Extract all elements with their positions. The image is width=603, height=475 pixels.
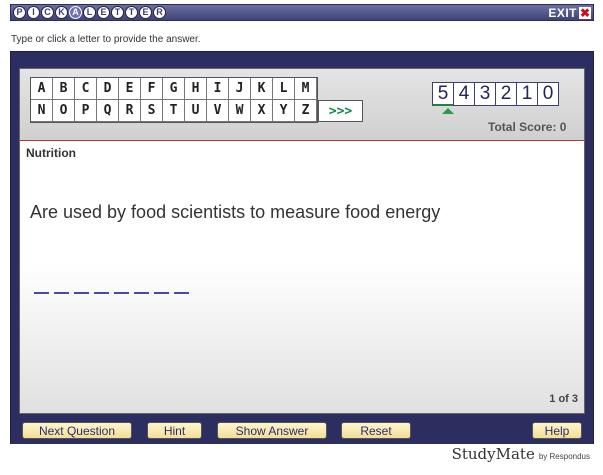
answer-blank: [174, 292, 189, 294]
question-text: Are used by food scientists to measure f…: [30, 202, 441, 222]
letter-button-g[interactable]: G: [163, 78, 185, 100]
logo-letter: E: [139, 6, 152, 19]
letter-button-v[interactable]: V: [207, 100, 229, 122]
letter-button-z[interactable]: Z: [295, 100, 317, 122]
question-category: Nutrition: [26, 146, 76, 160]
title-bar: PICKALETTER EXIT ✖: [10, 4, 594, 21]
total-score: Total Score: 0: [488, 120, 567, 134]
pick-a-letter-app: PICKALETTER EXIT ✖ Type or click a lette…: [0, 0, 603, 475]
studymate-logo: StudyMate by Respondus: [452, 445, 590, 463]
logo-letter: C: [41, 6, 54, 19]
score-boxes: 543210: [432, 82, 559, 106]
logo-letter: T: [111, 6, 124, 19]
answer-blank: [134, 292, 149, 294]
letter-button-f[interactable]: F: [141, 78, 163, 100]
letter-button-h[interactable]: H: [185, 78, 207, 100]
letter-button-a[interactable]: A: [31, 78, 53, 100]
answer-blank: [94, 292, 109, 294]
letters-area: ABCDEFGHIJKLM NOPQRSTUVWXYZ >>> 543210 To…: [20, 69, 584, 141]
letter-button-r[interactable]: R: [119, 100, 141, 122]
logo-letter: K: [55, 6, 68, 19]
letter-button-i[interactable]: I: [207, 78, 229, 100]
logo-letter: P: [13, 6, 26, 19]
reset-button[interactable]: Reset: [341, 422, 411, 439]
answer-blanks: [34, 292, 189, 294]
show-answer-button[interactable]: Show Answer: [217, 422, 327, 439]
letter-button-n[interactable]: N: [31, 100, 53, 122]
more-letters-button[interactable]: >>>: [318, 100, 363, 122]
letter-button-w[interactable]: W: [229, 100, 251, 122]
score-box: 4: [453, 82, 475, 106]
letter-button-l[interactable]: L: [273, 78, 295, 100]
help-button[interactable]: Help: [532, 422, 582, 439]
score-box: 2: [495, 82, 517, 106]
letter-grid: ABCDEFGHIJKLM NOPQRSTUVWXYZ: [30, 77, 318, 123]
score-box: 3: [474, 82, 496, 106]
logo-letter: E: [97, 6, 110, 19]
letter-button-t[interactable]: T: [163, 100, 185, 122]
exit-label: EXIT: [548, 5, 577, 20]
letter-button-q[interactable]: Q: [97, 100, 119, 122]
letter-button-s[interactable]: S: [141, 100, 163, 122]
letter-button-e[interactable]: E: [119, 78, 141, 100]
letter-button-y[interactable]: Y: [273, 100, 295, 122]
instructions-text: Type or click a letter to provide the an…: [11, 34, 201, 45]
answer-blank: [74, 292, 89, 294]
logo-letter: I: [27, 6, 40, 19]
letter-button-o[interactable]: O: [53, 100, 75, 122]
pick-a-letter-logo: PICKALETTER: [13, 5, 166, 20]
score-box: 1: [516, 82, 538, 106]
letter-button-x[interactable]: X: [251, 100, 273, 122]
score-box: 5: [432, 82, 454, 106]
letter-button-c[interactable]: C: [75, 78, 97, 100]
brand-name: StudyMate: [451, 445, 535, 463]
next-question-button[interactable]: Next Question: [22, 422, 132, 439]
exit-button[interactable]: EXIT ✖: [548, 5, 591, 20]
logo-letter: R: [153, 6, 166, 19]
question-area: Nutrition Are used by food scientists to…: [20, 142, 584, 413]
hint-button[interactable]: Hint: [147, 422, 202, 439]
question-progress: 1 of 3: [549, 393, 578, 405]
letter-button-j[interactable]: J: [229, 78, 251, 100]
answer-blank: [154, 292, 169, 294]
footer: StudyMate by Respondus: [10, 444, 594, 464]
logo-letter: A: [69, 6, 82, 19]
answer-blank: [34, 292, 49, 294]
game-panel: ABCDEFGHIJKLM NOPQRSTUVWXYZ >>> 543210 To…: [19, 68, 585, 414]
letter-button-k[interactable]: K: [251, 78, 273, 100]
score-pointer-icon: [442, 108, 454, 114]
answer-blank: [54, 292, 69, 294]
close-icon: ✖: [579, 5, 591, 20]
letter-button-d[interactable]: D: [97, 78, 119, 100]
letter-button-p[interactable]: P: [75, 100, 97, 122]
letter-button-u[interactable]: U: [185, 100, 207, 122]
logo-letter: T: [125, 6, 138, 19]
score-box: 0: [537, 82, 559, 106]
letter-button-b[interactable]: B: [53, 78, 75, 100]
answer-blank: [114, 292, 129, 294]
logo-letter: L: [83, 6, 96, 19]
letter-button-m[interactable]: M: [295, 78, 317, 100]
brand-by: by Respondus: [538, 452, 590, 461]
